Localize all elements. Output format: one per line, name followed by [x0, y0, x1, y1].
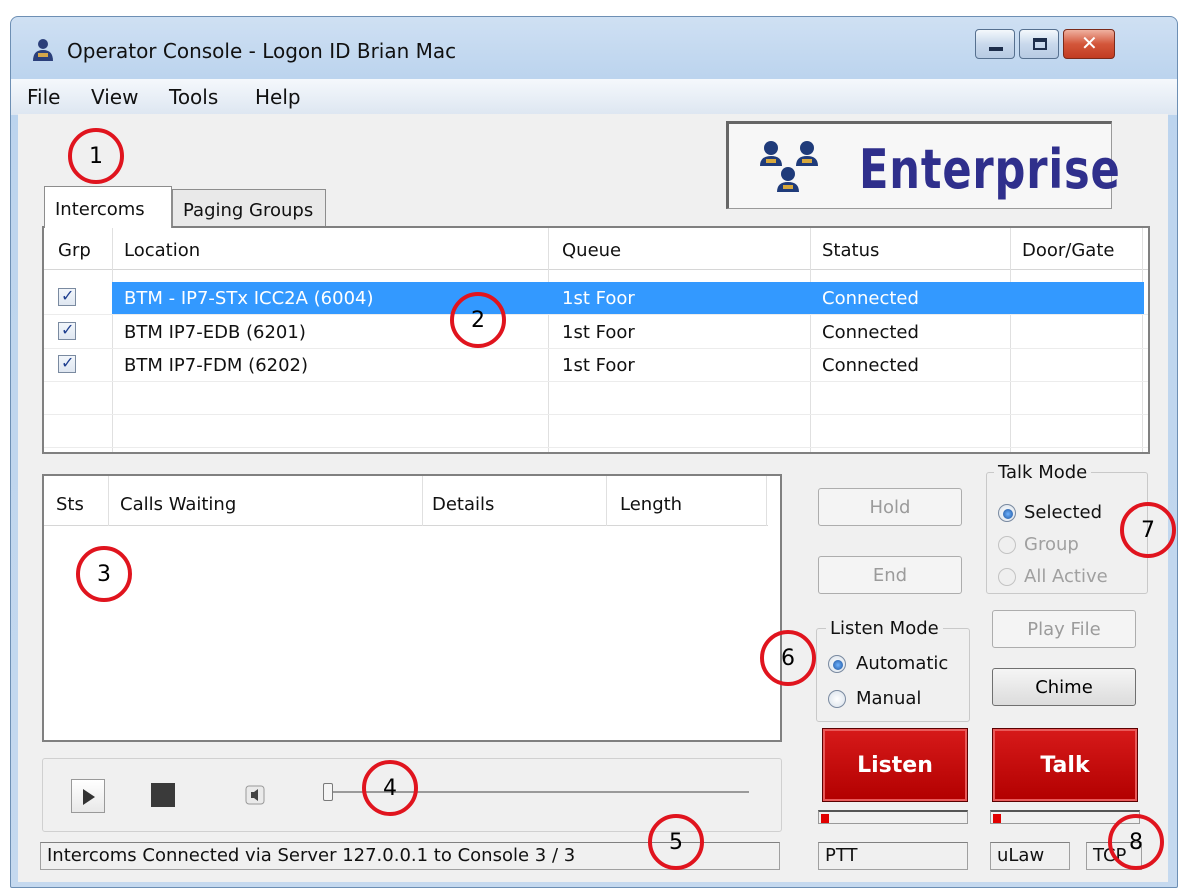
- intercoms-grid-header: Grp Location Queue Status Door/Gate: [44, 228, 1148, 270]
- callout-7: 7: [1120, 502, 1176, 558]
- callout-8: 8: [1108, 814, 1164, 870]
- meter-fill: [821, 814, 829, 823]
- stop-icon[interactable]: [151, 783, 175, 807]
- play-icon: [83, 789, 95, 805]
- listen-button[interactable]: Listen: [822, 728, 968, 802]
- location-cell: BTM IP7-FDM (6202): [124, 355, 309, 376]
- callout-4: 4: [362, 760, 418, 816]
- close-button[interactable]: ✕: [1063, 29, 1115, 59]
- listen-mode-title: Listen Mode: [826, 618, 943, 639]
- play-button[interactable]: [71, 779, 105, 813]
- callout-2: 2: [450, 292, 506, 348]
- minimize-icon: [989, 47, 1003, 51]
- hold-button[interactable]: Hold: [818, 488, 962, 526]
- col-door-gate-header[interactable]: Door/Gate: [1022, 240, 1114, 261]
- menu-tools[interactable]: Tools: [169, 85, 218, 109]
- codec-indicator: uLaw: [990, 842, 1070, 870]
- col-queue-header[interactable]: Queue: [562, 240, 621, 261]
- col-sts-header[interactable]: Sts: [56, 494, 84, 515]
- callout-1: 1: [68, 128, 124, 184]
- queue-cell: 1st Foor: [562, 322, 635, 343]
- end-button[interactable]: End: [818, 556, 962, 594]
- checkmark-icon: ✓: [61, 320, 75, 339]
- window-title: Operator Console - Logon ID Brian Mac: [67, 39, 457, 63]
- location-cell: BTM IP7-EDB (6201): [124, 322, 306, 343]
- callout-6: 6: [760, 630, 816, 686]
- checkmark-icon: ✓: [61, 353, 75, 372]
- col-details-header[interactable]: Details: [432, 494, 494, 515]
- table-row[interactable]: ✓ BTM IP7-EDB (6201) 1st Foor Connected: [44, 316, 1148, 349]
- tab-paging-groups[interactable]: Paging Groups: [172, 189, 326, 227]
- table-row-empty: [44, 382, 1148, 415]
- col-length-header[interactable]: Length: [620, 494, 682, 515]
- menu-file[interactable]: File: [27, 85, 60, 109]
- column-divider: [766, 476, 767, 526]
- table-row-empty: [44, 415, 1148, 448]
- talk-selected-label[interactable]: Selected: [1024, 502, 1102, 523]
- listen-manual-radio[interactable]: [828, 690, 846, 708]
- checkmark-icon: ✓: [61, 286, 75, 305]
- talk-selected-radio[interactable]: [998, 504, 1016, 522]
- meter-fill: [993, 814, 1001, 823]
- talk-button[interactable]: Talk: [992, 728, 1138, 802]
- column-divider: [422, 476, 423, 526]
- ptt-indicator: PTT: [818, 842, 968, 870]
- close-icon: ✕: [1081, 31, 1098, 55]
- col-location-header[interactable]: Location: [124, 240, 200, 261]
- play-file-button[interactable]: Play File: [992, 610, 1136, 648]
- menu-view[interactable]: View: [91, 85, 138, 109]
- tab-intercoms[interactable]: Intercoms: [44, 186, 172, 228]
- speaker-icon[interactable]: [243, 783, 267, 807]
- chime-button[interactable]: Chime: [992, 668, 1136, 706]
- people-logo-icon: [760, 141, 818, 192]
- listen-automatic-label[interactable]: Automatic: [856, 653, 948, 674]
- location-cell: BTM - IP7-STx ICC2A (6004): [124, 288, 374, 309]
- calls-waiting-grid: Sts Calls Waiting Details Length: [42, 474, 782, 742]
- table-row[interactable]: ✓ BTM - IP7-STx ICC2A (6004) 1st Foor Co…: [44, 282, 1148, 315]
- minimize-button[interactable]: [975, 29, 1015, 59]
- volume-slider-thumb[interactable]: [323, 783, 333, 801]
- talk-group-label[interactable]: Group: [1024, 534, 1079, 555]
- talk-mode-title: Talk Mode: [994, 462, 1092, 483]
- logo-text: Enterprise: [859, 138, 1121, 201]
- maximize-icon: [1033, 38, 1047, 50]
- talk-group-radio[interactable]: [998, 536, 1016, 554]
- queue-cell: 1st Foor: [562, 355, 635, 376]
- col-calls-waiting-header[interactable]: Calls Waiting: [120, 494, 236, 515]
- status-cell: Connected: [822, 322, 919, 343]
- listen-automatic-radio[interactable]: [828, 655, 846, 673]
- callout-5: 5: [648, 814, 704, 870]
- maximize-button[interactable]: [1019, 29, 1059, 59]
- grp-checkbox[interactable]: ✓: [58, 353, 76, 373]
- column-divider: [108, 476, 109, 526]
- grp-checkbox[interactable]: ✓: [58, 320, 76, 340]
- listen-manual-label[interactable]: Manual: [856, 688, 921, 709]
- talk-all-active-radio[interactable]: [998, 568, 1016, 586]
- listen-level-meter: [818, 810, 968, 824]
- column-divider: [606, 476, 607, 526]
- calls-grid-header: Sts Calls Waiting Details Length: [44, 476, 768, 526]
- menu-bar: File View Tools Help: [11, 79, 1177, 115]
- col-status-header[interactable]: Status: [822, 240, 879, 261]
- menu-help[interactable]: Help: [255, 85, 301, 109]
- queue-cell: 1st Foor: [562, 288, 635, 309]
- operator-app-icon: [33, 39, 53, 61]
- enterprise-logo: Enterprise: [726, 121, 1120, 209]
- table-row[interactable]: ✓ BTM IP7-FDM (6202) 1st Foor Connected: [44, 349, 1148, 382]
- radio-selected-dot: [1003, 509, 1013, 519]
- callout-3: 3: [76, 546, 132, 602]
- grp-checkbox[interactable]: ✓: [58, 286, 76, 306]
- talk-all-active-label[interactable]: All Active: [1024, 566, 1108, 587]
- intercoms-grid: Grp Location Queue Status Door/Gate ✓ BT…: [42, 226, 1150, 454]
- title-bar[interactable]: Operator Console - Logon ID Brian Mac ✕: [11, 17, 1177, 75]
- col-grp-header[interactable]: Grp: [58, 240, 91, 261]
- status-cell: Connected: [822, 288, 919, 309]
- status-cell: Connected: [822, 355, 919, 376]
- radio-selected-dot: [833, 660, 843, 670]
